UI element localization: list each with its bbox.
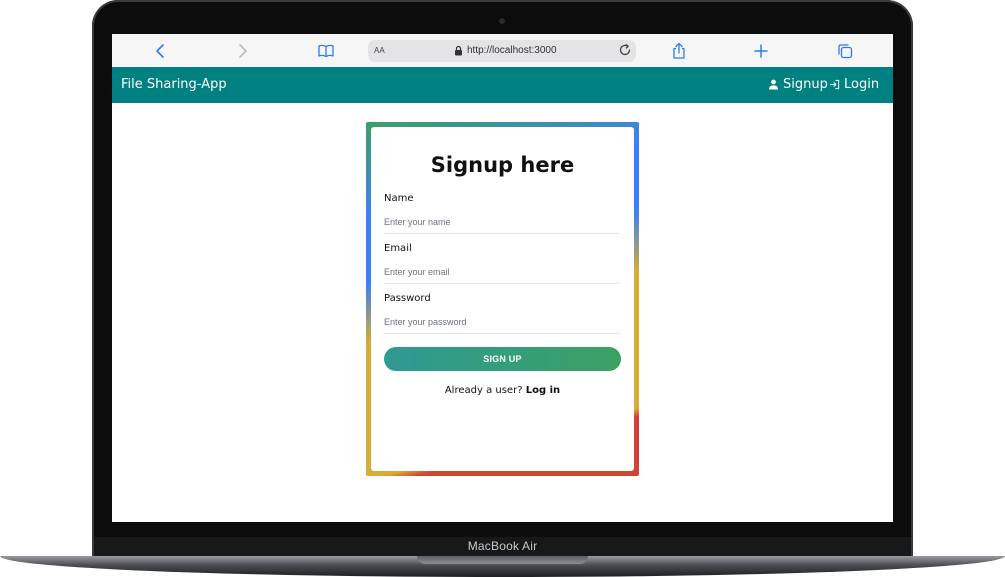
browser-toolbar: AA http://localhost:3000 xyxy=(112,34,893,68)
browser-screen: AA http://localhost:3000 File Sharing-Ap… xyxy=(112,34,893,522)
share-icon[interactable] xyxy=(670,42,688,60)
login-icon xyxy=(829,79,840,90)
forward-icon[interactable] xyxy=(233,42,251,60)
back-icon[interactable] xyxy=(152,42,170,60)
bookmarks-icon[interactable] xyxy=(317,42,335,60)
app-brand[interactable]: File Sharing-App xyxy=(121,77,227,92)
url-text[interactable]: http://localhost:3000 xyxy=(467,45,557,56)
signup-card: Signup here Name Email Password SIGN UP … xyxy=(371,127,634,471)
camera-dot xyxy=(499,18,505,24)
nav-login-link[interactable]: Login xyxy=(829,77,879,92)
device-label: MacBook Air xyxy=(467,539,538,553)
new-tab-icon[interactable] xyxy=(752,42,770,60)
user-icon xyxy=(768,79,779,90)
lock-icon xyxy=(454,45,463,56)
email-input[interactable] xyxy=(384,261,620,284)
already-user-row: Already a user? Log in xyxy=(371,385,634,396)
tabs-overview-icon[interactable] xyxy=(836,42,854,60)
reader-aa-button[interactable]: AA xyxy=(374,46,385,55)
signup-submit-button[interactable]: SIGN UP xyxy=(384,347,621,371)
laptop-notch xyxy=(417,556,588,564)
password-input[interactable] xyxy=(384,311,620,334)
name-label: Name xyxy=(384,193,414,204)
address-bar[interactable]: AA http://localhost:3000 xyxy=(368,40,636,62)
name-input[interactable] xyxy=(384,211,620,234)
signup-title: Signup here xyxy=(430,153,575,177)
nav-login-label: Login xyxy=(844,77,880,92)
login-link[interactable]: Log in xyxy=(526,385,560,396)
nav-signup-link[interactable]: Signup xyxy=(768,77,828,92)
email-label: Email xyxy=(384,243,412,254)
nav-signup-label: Signup xyxy=(783,77,828,92)
app-navbar: File Sharing-App Signup Login xyxy=(112,67,893,103)
reload-icon[interactable] xyxy=(618,43,632,57)
password-label: Password xyxy=(384,293,431,304)
already-user-text: Already a user? xyxy=(444,385,523,396)
